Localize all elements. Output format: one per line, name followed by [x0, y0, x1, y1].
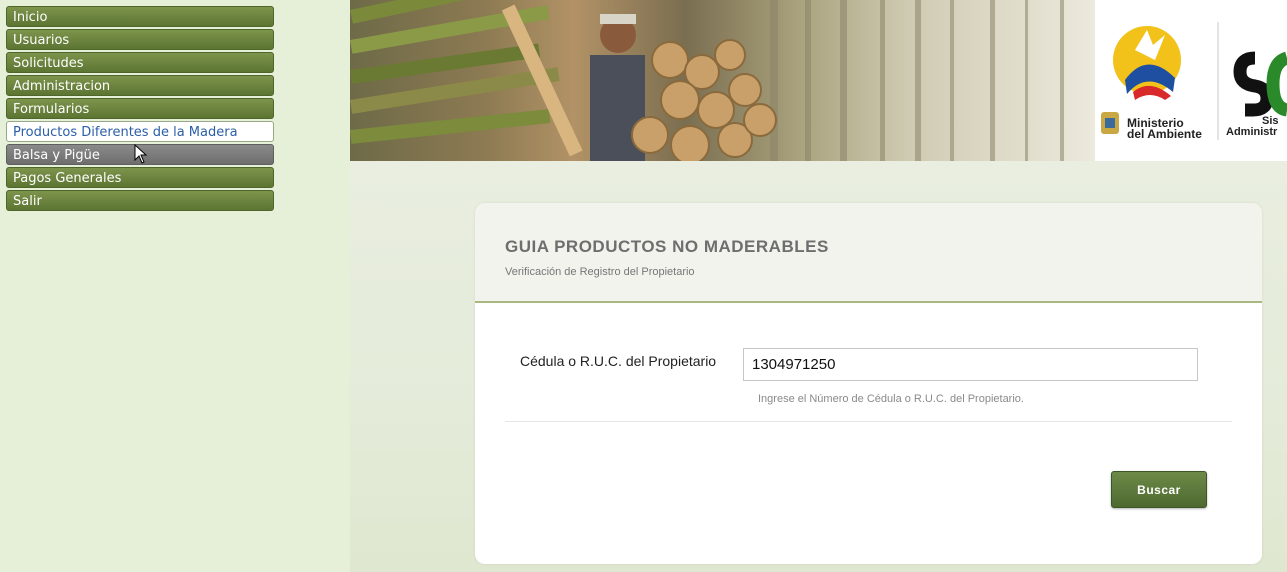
ruc-input[interactable] [743, 348, 1198, 381]
header-banner: Ministerio del Ambiente Sis Administr [350, 0, 1287, 161]
menu-item-inicio[interactable]: Inicio [6, 6, 274, 27]
logo-area: Ministerio del Ambiente Sis Administr [1095, 0, 1287, 161]
page-subtitle: Verificación de Registro del Propietario [505, 266, 695, 278]
menu-item-salir[interactable]: Salir [6, 190, 274, 211]
divider [505, 421, 1232, 422]
system-name-partial: Sis Administr [1226, 116, 1279, 138]
search-button[interactable]: Buscar [1111, 471, 1207, 508]
menu-item-solicitudes[interactable]: Solicitudes [6, 52, 274, 73]
main-content: GUIA PRODUCTOS NO MADERABLES Verificació… [350, 161, 1287, 572]
ruc-help-text: Ingrese el Número de Cédula o R.U.C. del… [758, 393, 1024, 405]
menu-item-administracion[interactable]: Administracion [6, 75, 274, 96]
banner-photo [350, 0, 1095, 161]
menu-item-formularios[interactable]: Formularios [6, 98, 274, 119]
menu-item-usuarios[interactable]: Usuarios [6, 29, 274, 50]
ruc-field-label: Cédula o R.U.C. del Propietario [520, 353, 717, 369]
panel-header: GUIA PRODUCTOS NO MADERABLES Verificació… [475, 203, 1262, 303]
mouse-cursor-icon [134, 144, 148, 164]
sidebar: Inicio Usuarios Solicitudes Administraci… [0, 0, 350, 572]
search-panel: GUIA PRODUCTOS NO MADERABLES Verificació… [475, 203, 1262, 564]
page-title: GUIA PRODUCTOS NO MADERABLES [505, 237, 829, 256]
menu-item-productos-diferentes[interactable]: Productos Diferentes de la Madera [6, 121, 274, 142]
menu-item-pagos-generales[interactable]: Pagos Generales [6, 167, 274, 188]
main-menu: Inicio Usuarios Solicitudes Administraci… [6, 6, 274, 213]
ministry-name: Ministerio del Ambiente [1127, 116, 1202, 141]
